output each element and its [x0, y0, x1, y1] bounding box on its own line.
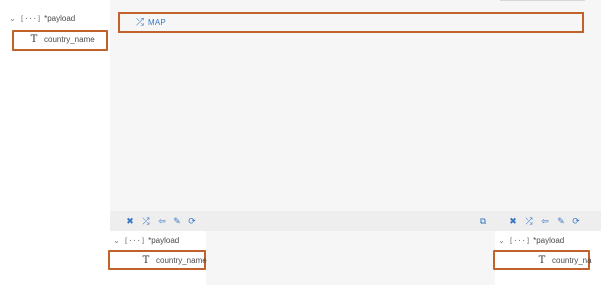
tree-field-country-name[interactable]: T country_name — [29, 34, 95, 45]
text-type-icon: T — [30, 34, 38, 45]
array-icon: [···] — [509, 236, 531, 245]
chevron-down-icon[interactable]: ⌄ — [8, 14, 17, 23]
tree-root-label: *payload — [44, 14, 76, 23]
source-tree-root-label: *payload — [148, 236, 180, 245]
close-icon[interactable]: ✖ — [125, 215, 135, 227]
tree-root-payload[interactable]: ⌄ [···] *payload — [8, 14, 75, 23]
chevron-down-icon[interactable]: ⌄ — [112, 236, 121, 245]
target-tree-root-label: *payload — [533, 236, 565, 245]
mapping-canvas-lower — [206, 231, 495, 285]
chevron-down-icon[interactable]: ⌄ — [497, 236, 506, 245]
shuffle-icon[interactable]: ⤮ — [524, 215, 534, 227]
external-link-icon[interactable]: ⧉ — [478, 215, 488, 227]
array-icon: [···] — [124, 236, 146, 245]
tree-field-label: country_name — [44, 35, 95, 44]
close-icon[interactable]: ✖ — [508, 215, 518, 227]
target-field-country-name[interactable]: T country_na — [537, 255, 592, 266]
text-type-icon: T — [142, 255, 150, 266]
target-tree-root-payload[interactable]: ⌄ [···] *payload — [497, 236, 564, 245]
refresh-icon[interactable]: ⟳ — [187, 215, 197, 227]
map-row[interactable]: ⤮ MAP — [118, 12, 584, 33]
text-type-icon: T — [538, 255, 546, 266]
shuffle-icon[interactable]: ⤮ — [141, 215, 151, 227]
source-tree-root-payload[interactable]: ⌄ [···] *payload — [112, 236, 179, 245]
refresh-icon[interactable]: ⟳ — [571, 215, 581, 227]
pin-icon[interactable]: ⇦ — [157, 215, 167, 227]
pencil-icon[interactable]: ✎ — [556, 215, 566, 227]
pin-icon[interactable]: ⇦ — [540, 215, 550, 227]
target-field-label: country_na — [552, 256, 592, 265]
top-divider — [500, 0, 585, 1]
source-field-label: country_name — [156, 256, 207, 265]
pencil-icon[interactable]: ✎ — [172, 215, 182, 227]
map-label: MAP — [148, 18, 166, 27]
source-field-country-name[interactable]: T country_name — [141, 255, 207, 266]
array-icon: [···] — [20, 14, 42, 23]
shuffle-icon: ⤮ — [136, 17, 144, 28]
